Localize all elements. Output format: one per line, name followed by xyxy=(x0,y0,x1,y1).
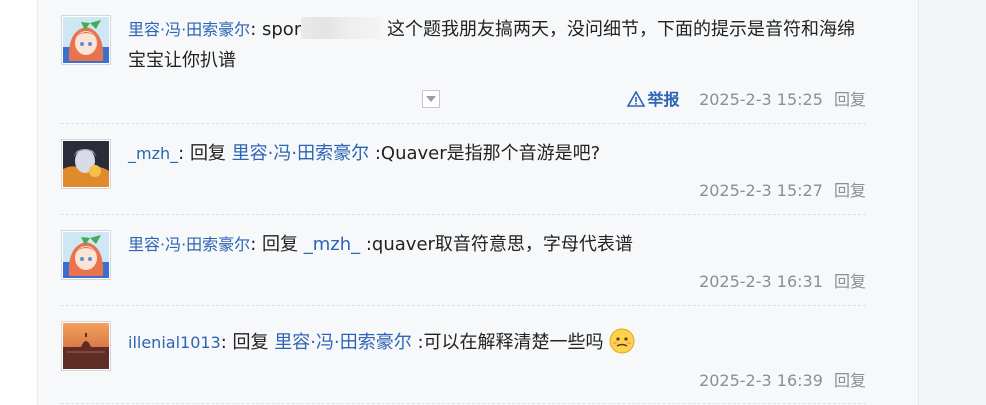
username-link[interactable]: _mzh_ xyxy=(128,144,178,163)
divider xyxy=(61,403,866,404)
reply-target-link[interactable]: _mzh_ xyxy=(304,234,360,255)
expand-toggle[interactable] xyxy=(422,90,440,108)
comment-text: :quaver取音符意思，字母代表谱 xyxy=(365,234,633,255)
username-link[interactable]: 里容·冯·田索豪尔 xyxy=(128,20,250,39)
comment-text: :Quaver是指那个音游是吧? xyxy=(374,143,601,164)
report-label: 举报 xyxy=(647,90,680,109)
timestamp: 2025-2-3 15:25 xyxy=(699,90,823,109)
redacted-blur xyxy=(301,17,382,39)
comment-text-prefix: spor xyxy=(262,19,302,40)
report-button[interactable]: 举报 xyxy=(627,90,685,109)
timestamp: 2025-2-3 15:27 xyxy=(699,181,823,200)
chevron-down-icon xyxy=(426,96,436,102)
reply-target-link[interactable]: 里容·冯·田索豪尔 xyxy=(274,332,411,353)
comment-content: _mzh_: 回复 里容·冯·田索豪尔 :Quaver是指那个音游是吧? xyxy=(128,138,868,169)
reply-word: 回复 xyxy=(262,234,298,255)
comment-meta: 2025-2-3 16:39 回复 xyxy=(699,367,866,391)
comment-content: illenial1013: 回复 里容·冯·田索豪尔 :可以在解释清楚一些吗 xyxy=(128,327,868,358)
reply-button[interactable]: 回复 xyxy=(834,371,866,390)
reply-button[interactable]: 回复 xyxy=(834,90,866,109)
divider xyxy=(61,214,866,215)
reply-button[interactable]: 回复 xyxy=(834,272,866,291)
reply-button[interactable]: 回复 xyxy=(834,181,866,200)
right-sidebar xyxy=(918,0,986,405)
character-avatar-icon xyxy=(63,141,109,187)
avatar[interactable] xyxy=(61,230,111,280)
reply-word: 回复 xyxy=(189,143,226,164)
anime-girl-avatar-icon xyxy=(63,17,109,63)
colon: : xyxy=(178,143,185,164)
reply-word: 回复 xyxy=(232,332,269,353)
comment-meta: 2025-2-3 16:31 回复 xyxy=(699,268,866,292)
divider xyxy=(61,123,866,124)
comment-content: 里容·冯·田索豪尔: spor 这个题我朋友搞两天，没问细节，下面的提示是音符和… xyxy=(128,14,868,76)
avatar[interactable] xyxy=(61,321,111,371)
anime-girl-avatar-icon xyxy=(63,232,109,278)
timestamp: 2025-2-3 16:39 xyxy=(699,371,823,390)
reply-target-link[interactable]: 里容·冯·田索豪尔 xyxy=(232,143,369,164)
grimace-emoji-icon xyxy=(604,328,636,354)
divider xyxy=(61,305,866,306)
colon: : xyxy=(250,19,257,40)
timestamp: 2025-2-3 16:31 xyxy=(699,272,823,291)
username-link[interactable]: 里容·冯·田索豪尔 xyxy=(128,235,250,254)
warning-icon xyxy=(627,90,646,107)
username-link[interactable]: illenial1013 xyxy=(128,333,221,352)
comment-content: 里容·冯·田索豪尔: 回复 _mzh_ :quaver取音符意思，字母代表谱 xyxy=(128,229,868,260)
avatar[interactable] xyxy=(61,15,111,65)
colon: : xyxy=(220,332,227,353)
comment-meta: 举报 2025-2-3 15:25 回复 xyxy=(627,86,866,110)
colon: : xyxy=(250,234,257,255)
comment-meta: 2025-2-3 15:27 回复 xyxy=(699,177,866,201)
city-sunset-avatar-icon xyxy=(63,323,109,369)
comment-text: :可以在解释清楚一些吗 xyxy=(417,332,604,353)
comment-panel: 里容·冯·田索豪尔: spor 这个题我朋友搞两天，没问细节，下面的提示是音符和… xyxy=(37,0,918,405)
avatar[interactable] xyxy=(61,139,111,189)
